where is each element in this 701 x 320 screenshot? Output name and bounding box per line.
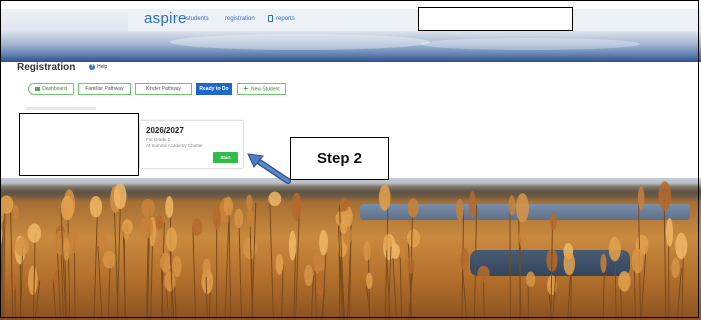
background-landscape-photo [0,178,701,320]
pointer-arrow-icon [247,153,291,184]
nav-link-registration[interactable]: registration [225,16,255,22]
app-logo[interactable]: aspire [144,10,187,27]
card-year: 2026/2027 [146,126,184,135]
reeds-illustration [0,181,688,320]
registration-card: 2026/2027 For Grade 2 At Summit Academy … [140,121,243,168]
banner-cloud [170,34,430,50]
breadcrumb-dashboard[interactable]: Dashboard [28,83,74,95]
page-title: Registration [17,62,76,73]
breadcrumb-family-pathway[interactable]: Familiar Pathway [78,83,131,95]
redaction-box [19,113,139,176]
card-school: At Summit Academy Charter [146,143,203,148]
help-link[interactable]: Help [97,64,107,70]
top-navbar: aspire students registration reports [128,9,698,31]
breadcrumb-label: Familiar Pathway [85,86,124,92]
plus-icon: + [243,84,249,93]
breadcrumb-label: Kinder Pathway [145,86,182,92]
nav-link-reports[interactable]: reports [276,16,295,22]
breadcrumb-label: Ready to Do [199,86,229,92]
breadcrumb-kinder-pathway[interactable]: Kinder Pathway [135,83,192,95]
new-student-label: New Student [251,86,280,93]
breadcrumb-label: Dashboard [42,86,67,92]
new-student-button[interactable]: + New Student [237,83,286,95]
home-icon [35,86,41,91]
step-label-callout: Step 2 [290,137,389,180]
redaction-box [418,7,573,31]
breadcrumb-active-step[interactable]: Ready to Do [196,83,232,95]
nav-link-students[interactable]: students [186,16,209,22]
document-icon [268,15,273,22]
section-heading-blur [26,107,96,110]
card-grade: For Grade 2 [146,137,171,142]
start-button[interactable]: Start [213,152,238,163]
help-icon[interactable]: ? [89,64,95,70]
banner-cloud [420,38,640,50]
